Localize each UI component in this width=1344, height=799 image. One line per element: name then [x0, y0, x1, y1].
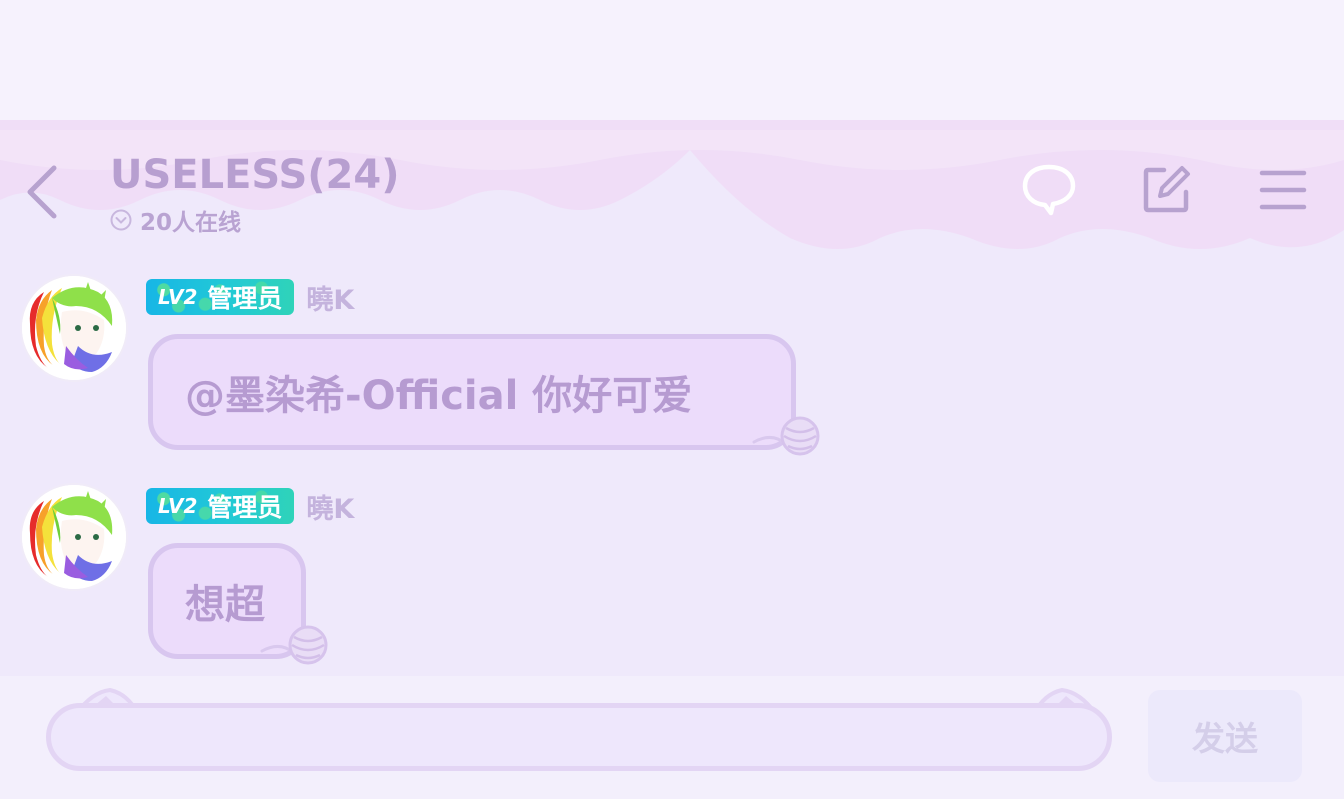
badge-role: 管理员	[207, 284, 283, 313]
hamburger-menu-icon	[1259, 170, 1307, 210]
chat-title: USELESS(24)	[110, 152, 400, 198]
message-meta: LV2 管理员 曉K	[146, 278, 354, 316]
username[interactable]: 曉K	[306, 487, 354, 526]
menu-button[interactable]	[1253, 160, 1313, 220]
yarn-ball-icon	[260, 625, 328, 665]
chat-screen: USELESS(24) 20人在线 LV2 管理员 曉K @墨染希-Offici…	[0, 0, 1344, 799]
yarn-ball-icon	[752, 416, 820, 456]
speech-bubble-icon	[1022, 164, 1076, 216]
role-badge: LV2 管理员	[146, 488, 295, 524]
message-meta: LV2 管理员 曉K	[146, 487, 354, 525]
username[interactable]: 曉K	[306, 278, 354, 317]
user-avatar-image	[22, 276, 126, 380]
avatar[interactable]	[22, 485, 126, 589]
badge-level: LV2	[158, 285, 198, 309]
avatar[interactable]	[22, 276, 126, 380]
edit-button[interactable]	[1136, 160, 1196, 220]
badge-role: 管理员	[207, 493, 283, 522]
chat-bubble-button[interactable]	[1019, 160, 1079, 220]
message-text: 想超	[185, 582, 265, 628]
send-button[interactable]: 发送	[1148, 690, 1302, 782]
role-badge: LV2 管理员	[146, 279, 295, 315]
edit-square-icon	[1143, 166, 1190, 213]
message-bubble[interactable]: @墨染希-Official 你好可爱	[148, 334, 796, 450]
back-button[interactable]	[18, 160, 66, 224]
user-avatar-image	[22, 485, 126, 589]
message-text: @墨染希-Official 你好可爱	[185, 373, 693, 419]
message-input[interactable]	[46, 703, 1112, 771]
badge-level: LV2	[158, 494, 198, 518]
chevron-left-icon	[27, 165, 57, 219]
chevron-down-circle-icon	[110, 209, 132, 231]
online-count-label: 20人在线	[140, 210, 242, 236]
online-count[interactable]: 20人在线	[110, 206, 242, 236]
